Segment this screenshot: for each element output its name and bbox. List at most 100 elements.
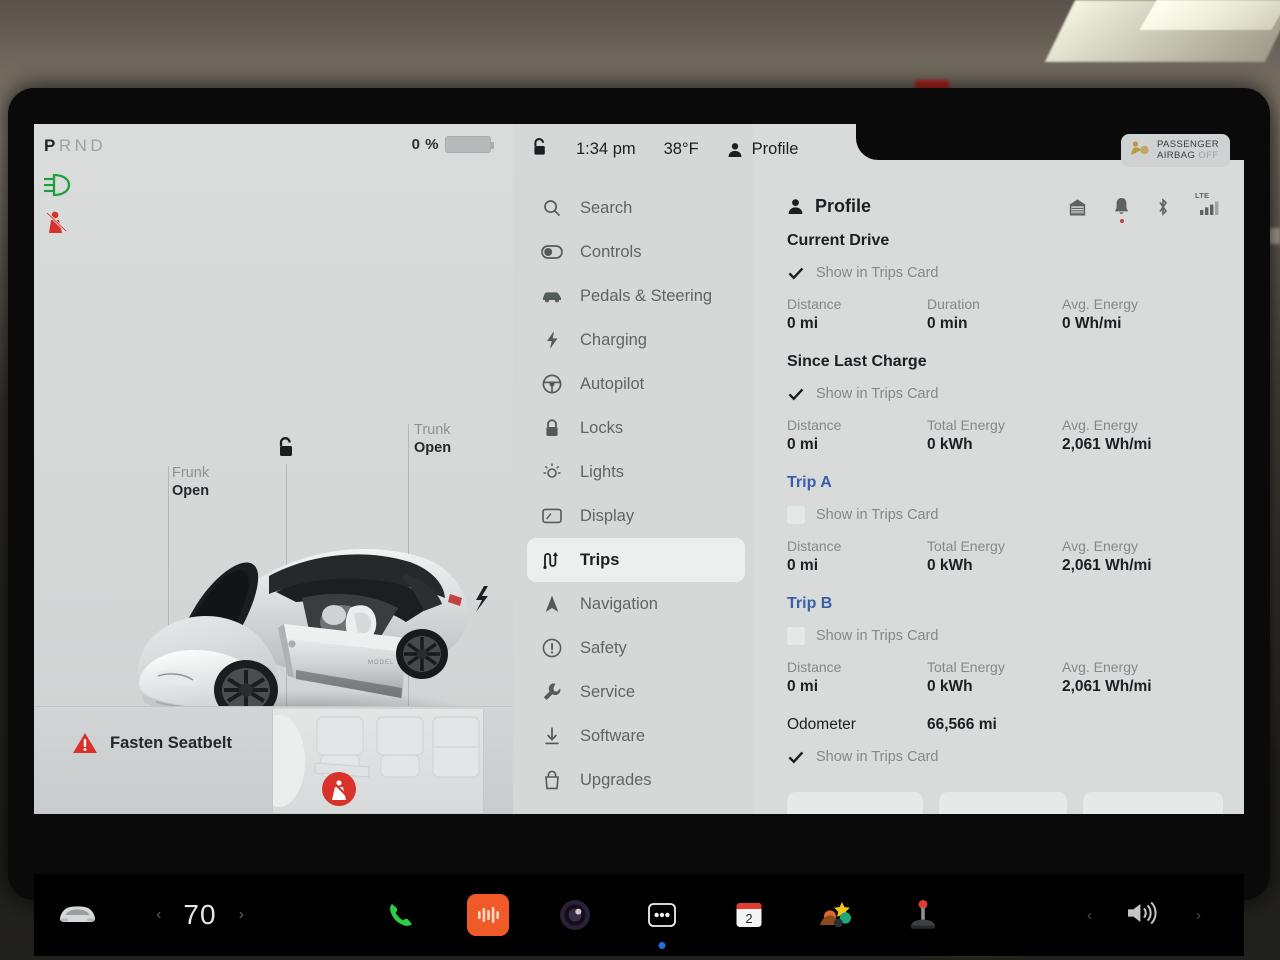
stat-label: Distance — [787, 296, 842, 312]
trunk-callout: Trunk Open — [414, 421, 451, 457]
garage-home-icon[interactable] — [1068, 198, 1087, 216]
speaker-volume-icon[interactable] — [1124, 899, 1164, 932]
toybox-dots-icon[interactable] — [641, 894, 683, 949]
sidebar-item-display[interactable]: Display — [527, 494, 745, 538]
low-beam-headlight-icon — [42, 172, 76, 203]
sidebar-label-trips: Trips — [580, 550, 620, 569]
bluetooth-icon[interactable] — [1156, 197, 1170, 217]
stat-duration: Duration 0 min — [927, 296, 1062, 333]
airbag-person-icon — [1129, 139, 1149, 162]
gear-p: P — [44, 136, 59, 155]
outside-temperature[interactable]: 38°F — [664, 140, 699, 159]
status-bar: 1:34 pm 38°F Profile PASSENGER AIRBAG OF… — [513, 124, 1244, 186]
action-button-2[interactable] — [939, 792, 1067, 814]
chevron-left-icon[interactable]: ‹ — [156, 906, 161, 924]
tesla-touchscreen: PRND 0 % Frunk Open Trunk Open MODEL 3 F… — [34, 124, 1244, 814]
section-title-trip-b[interactable]: Trip B — [787, 595, 1230, 613]
sidebar-item-safety[interactable]: Safety — [527, 626, 745, 670]
headlight-sun-icon — [541, 461, 563, 483]
content-header: Profile LTE — [787, 191, 1222, 223]
car-button[interactable] — [34, 903, 120, 927]
show-in-trips-card-current-drive[interactable]: Show in Trips Card — [787, 261, 1230, 285]
svg-text:MODEL 3: MODEL 3 — [368, 660, 401, 666]
battery-indicator: 0 % — [412, 136, 494, 153]
sidebar-item-pedals-steering[interactable]: Pedals & Steering — [527, 274, 745, 318]
seat-occupancy-diagram — [253, 709, 484, 813]
bottom-taskbar: ‹ 70 › 2 ‹ › — [34, 874, 1244, 956]
lightning-bolt-icon — [541, 329, 563, 351]
sidebar-item-autopilot[interactable]: Autopilot — [527, 362, 745, 406]
profile-header[interactable]: Profile — [787, 196, 871, 217]
sidebar-item-controls[interactable]: Controls — [527, 230, 745, 274]
section-title-trip-a[interactable]: Trip A — [787, 474, 1230, 492]
climate-temperature-value[interactable]: 70 — [183, 899, 216, 931]
sidebar-item-navigation[interactable]: Navigation — [527, 582, 745, 626]
camera-icon[interactable] — [554, 894, 596, 936]
odometer-value: 66,566 mi — [927, 716, 997, 733]
show-in-trips-card-odometer[interactable]: Show in Trips Card — [787, 745, 1230, 769]
action-button-1[interactable] — [787, 792, 923, 814]
climate-temperature-control[interactable]: ‹ 70 › — [120, 899, 280, 931]
shopping-bag-icon — [541, 769, 563, 791]
stats-current-drive: Distance 0 mi Duration 0 min Avg. Energy… — [787, 296, 1230, 333]
sidebar-item-software[interactable]: Software — [527, 714, 745, 758]
stat-total-energy: Total Energy 0 kWh — [927, 659, 1062, 696]
checkbox-label: Show in Trips Card — [816, 749, 939, 765]
calendar-icon[interactable]: 2 — [728, 894, 770, 936]
joystick-icon[interactable] — [902, 894, 944, 936]
show-in-trips-card-trip-a[interactable]: Show in Trips Card — [787, 503, 1230, 527]
sidebar-item-charging[interactable]: Charging — [527, 318, 745, 362]
stat-label: Distance — [787, 538, 842, 554]
sidebar-label-controls: Controls — [580, 242, 642, 261]
unlocked-padlock-icon[interactable] — [531, 137, 548, 162]
gear-d: D — [90, 136, 107, 155]
car-front-icon — [60, 906, 95, 922]
ceiling-light-glow — [1139, 0, 1280, 30]
sidebar-item-trips[interactable]: Trips — [527, 538, 745, 582]
clock-time[interactable]: 1:34 pm — [576, 140, 636, 159]
arcade-icon[interactable] — [815, 894, 857, 936]
stat-value: 2,061 Wh/mi — [1062, 557, 1152, 574]
profile-button[interactable]: Profile — [727, 140, 798, 159]
sidebar-item-lights[interactable]: Lights — [527, 450, 745, 494]
stat-distance: Distance 0 mi — [787, 417, 927, 454]
odometer-label: Odometer — [787, 716, 856, 733]
person-icon — [728, 142, 742, 157]
stat-distance: Distance 0 mi — [787, 659, 927, 696]
warning-triangle-icon — [73, 733, 97, 753]
sidebar-label-lights: Lights — [580, 462, 625, 481]
bell-icon[interactable] — [1113, 197, 1130, 223]
show-in-trips-card-trip-b[interactable]: Show in Trips Card — [787, 624, 1230, 648]
stats-since-last-charge: Distance 0 mi Total Energy 0 kWh Avg. En… — [787, 417, 1230, 454]
phone-icon[interactable] — [380, 894, 422, 936]
media-waveform-icon[interactable] — [467, 894, 509, 936]
sidebar-item-search[interactable]: Search — [527, 186, 745, 230]
stats-trip-b: Distance 0 mi Total Energy 0 kWh Avg. En… — [787, 659, 1230, 696]
action-button-3[interactable] — [1083, 792, 1223, 814]
volume-control[interactable]: ‹ › — [1044, 899, 1244, 932]
checkbox-label: Show in Trips Card — [816, 507, 939, 523]
sidebar-item-locks[interactable]: Locks — [527, 406, 745, 450]
checkbox-unchecked-icon — [787, 627, 805, 645]
car-side-icon — [541, 285, 563, 307]
sidebar-item-service[interactable]: Service — [527, 670, 745, 714]
chevron-right-icon[interactable]: › — [239, 906, 244, 924]
stat-avg-energy: Avg. Energy 2,061 Wh/mi — [1062, 659, 1152, 696]
airbag-text: PASSENGER AIRBAG OFF — [1157, 139, 1219, 162]
app-badge-dot — [658, 942, 666, 949]
stat-avg-energy: Avg. Energy 2,061 Wh/mi — [1062, 417, 1152, 454]
sidebar-label-autopilot: Autopilot — [580, 374, 645, 393]
chevron-right-icon[interactable]: › — [1196, 907, 1201, 924]
padlock-icon — [541, 417, 563, 439]
stat-label: Avg. Energy — [1062, 417, 1139, 433]
stats-trip-a: Distance 0 mi Total Energy 0 kWh Avg. En… — [787, 538, 1230, 575]
display-screen-icon — [541, 505, 563, 527]
checkbox-unchecked-icon — [787, 506, 805, 524]
show-in-trips-card-since-last-charge[interactable]: Show in Trips Card — [787, 382, 1230, 406]
checkbox-label: Show in Trips Card — [816, 265, 939, 281]
settings-nav-panel: Search Controls Pedals & Steering Chargi… — [513, 124, 753, 814]
sidebar-label-safety: Safety — [580, 638, 627, 657]
chevron-left-icon[interactable]: ‹ — [1087, 907, 1092, 924]
sidebar-item-upgrades[interactable]: Upgrades — [527, 758, 745, 802]
gear-n: N — [74, 136, 91, 155]
